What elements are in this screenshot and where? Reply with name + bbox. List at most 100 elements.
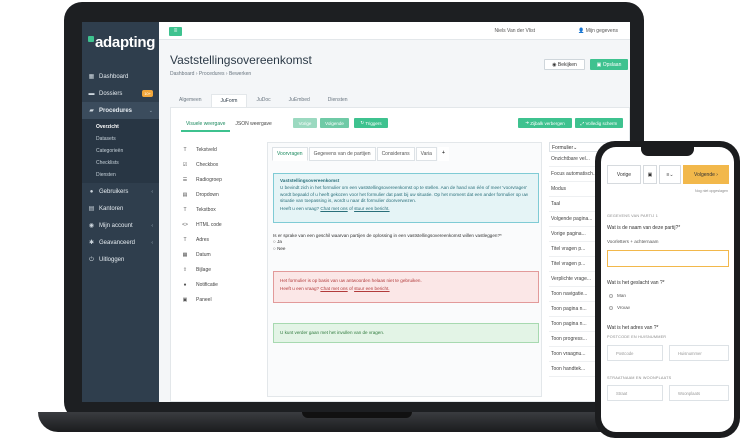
subnav-item-diensten[interactable]: Diensten (82, 169, 159, 181)
text-box-icon: T (183, 206, 187, 213)
subnav-item-datasets[interactable]: Datasets (82, 133, 159, 145)
toolbox-item-adres[interactable]: T Adres (181, 232, 261, 247)
option-no[interactable]: ○ Nee (273, 246, 539, 252)
logo-mark-icon (88, 36, 94, 42)
page-tab-gegevens[interactable]: Gegevens van de partijen (308, 147, 376, 161)
toolbox-item-html-code[interactable]: <> HTML code (181, 217, 261, 232)
triggers-button[interactable]: ↻ Triggers (354, 118, 388, 128)
hide-sidebar-button[interactable]: ➜ Zijbalk verbergen (518, 118, 572, 128)
phone-notch (641, 147, 694, 156)
section-postcode: POSTCODE EN HUISNUMMER (607, 335, 667, 339)
toolbox-item-bijlage[interactable]: ⇧ Bijlage (181, 262, 261, 277)
prev-page-button[interactable]: Vorige (293, 118, 317, 128)
user-icon: 👤 (578, 28, 586, 34)
tab-juembed[interactable]: JuEmbed (280, 94, 319, 107)
laptop-screen: adapting ▦ Dashboard ▬ Dossiers 10+ ▰ Proced… (82, 22, 630, 402)
laptop-notch (302, 412, 412, 418)
toolbox-item-datum[interactable]: ▦ Datum (181, 247, 261, 262)
straat-input[interactable]: Straat (607, 385, 663, 401)
chat-link[interactable]: Chat met ons (320, 206, 347, 211)
fullscreen-button[interactable]: ⤢ Volledig scherm (575, 118, 623, 128)
phone-prev-button[interactable]: Vorige (607, 165, 641, 184)
sidebar-item-uitloggen[interactable]: ⏻ Uitloggen (82, 251, 159, 268)
tab-algemeen[interactable]: Algemeen (170, 94, 211, 107)
app-logo[interactable]: adapting (88, 34, 155, 51)
breadcrumb-bewerken: Bewerken (228, 71, 252, 77)
tab-json-view[interactable]: JSON weergave (230, 118, 276, 132)
chevron-down-icon: ⌄ (148, 107, 153, 114)
page-tab-considerans[interactable]: Considerans (376, 147, 415, 161)
toolbox-item-radiogroep[interactable]: ☰ Radiogroep (181, 172, 261, 187)
phone-save-button[interactable]: ▣ (643, 165, 657, 184)
info-notice[interactable]: Vaststellingsovereenkomst U bevindt zich… (273, 173, 539, 223)
name-input[interactable] (607, 250, 729, 267)
toolbox-item-tekstbox[interactable]: T Tekstbox (181, 202, 261, 217)
breadcrumb-dashboard[interactable]: Dashboard (170, 71, 194, 77)
add-page-icon[interactable]: + (437, 147, 449, 161)
toolbox-item-paneel[interactable]: ▣ Paneel (181, 292, 261, 307)
page-tab-voorvragen[interactable]: Voorvragen (272, 147, 308, 161)
breadcrumb-procedures[interactable]: Procedures (199, 71, 225, 77)
top-user-name[interactable]: Niels Van der Vlist (495, 28, 535, 34)
account-icon: ◉ (88, 222, 95, 229)
option-man[interactable]: Man (609, 293, 626, 298)
page-tabs: Voorvragen Gegevens van de partijen Cons… (272, 147, 450, 161)
option-vrouw[interactable]: Vrouw (609, 305, 630, 310)
building-icon: ▤ (88, 205, 95, 212)
sidebar-item-mijn-account[interactable]: ◉ Mijn account ‹ (82, 217, 159, 234)
radio-icon (609, 305, 613, 310)
dashboard-icon: ▦ (88, 73, 95, 80)
gear-icon: ✱ (88, 239, 95, 246)
radio-icon (609, 293, 613, 298)
next-page-button[interactable]: Volgende (320, 118, 349, 128)
toolbox-item-dropdown[interactable]: ▤ Dropdown (181, 187, 261, 202)
panel-icon: ▣ (182, 296, 188, 303)
section-street: STRAATNAAM EN WOONPLAATS (607, 376, 672, 380)
message-link[interactable]: stuur een bericht. (354, 206, 390, 211)
phone-menu-button[interactable]: ≡⌄ (659, 165, 681, 184)
toolbox-item-checkbox[interactable]: ☑ Checkbox (181, 157, 261, 172)
tab-diensten[interactable]: Diensten (319, 94, 357, 107)
phone-toolbar: Vorige ▣ ≡⌄ Volgende › (607, 165, 734, 184)
sidebar-item-dashboard[interactable]: ▦ Dashboard (82, 68, 159, 85)
chat-link[interactable]: Chat met ons (320, 286, 347, 291)
tab-visual-view[interactable]: Visuele weergave (181, 118, 231, 132)
huisnummer-input[interactable]: Huisnummer (669, 345, 729, 361)
subnav-item-categorieen[interactable]: Categorieën (82, 145, 159, 157)
folder-icon: ▰ (89, 107, 94, 114)
sidebar-item-dossiers[interactable]: ▬ Dossiers 10+ (82, 85, 159, 102)
tab-juform[interactable]: JuForm (210, 94, 248, 107)
tab-judoc[interactable]: JuDoc (247, 94, 279, 107)
sidebar-item-kantoren[interactable]: ▤ Kantoren (82, 200, 159, 217)
sidebar-item-geavanceerd[interactable]: ✱ Geavanceerd ‹ (82, 234, 159, 251)
menu-toggle-button[interactable]: ≡ (169, 27, 182, 36)
top-account-link[interactable]: 👤 Mijn gegevens (578, 28, 618, 34)
question-block[interactable]: Is er sprake van een geschil waarvan par… (273, 233, 539, 252)
phone-next-button[interactable]: Volgende › (683, 165, 729, 184)
menu-dropdown-icon: ≡⌄ (666, 171, 674, 178)
message-link[interactable]: stuur een bericht. (354, 286, 390, 291)
question-gender: Wat is het geslacht van ?* (607, 280, 665, 286)
users-icon: ● (89, 188, 94, 195)
woonplaats-input[interactable]: Woonplaats (669, 385, 729, 401)
page-tab-varia[interactable]: Varia (415, 147, 437, 161)
postcode-input[interactable]: Postcode (607, 345, 663, 361)
save-button[interactable]: ▣ Opslaan (590, 59, 628, 70)
logout-icon: ⏻ (89, 256, 94, 263)
toolbox-item-notificatie[interactable]: ● Notificatie (181, 277, 261, 292)
toolbox-item-tekstveld[interactable]: T Tekstveld (181, 142, 261, 157)
question-name: Wat is de naam van deze partij?* (607, 225, 681, 231)
success-notice[interactable]: U kunt verder gaan met het invullen van … (273, 323, 539, 343)
error-text: Het formulier is op basis van uw antwoor… (280, 278, 422, 283)
sidebar-item-gebruikers[interactable]: ● Gebruikers ‹ (82, 183, 159, 200)
calendar-icon: ▦ (182, 251, 188, 258)
subnav-item-checklists[interactable]: Checklists (82, 157, 159, 169)
address-icon: T (183, 236, 187, 243)
error-notice[interactable]: Het formulier is op basis van uw antwoor… (273, 271, 539, 303)
info-text: U bevindt zich in het formulier om een v… (280, 185, 528, 204)
subnav-item-overzicht[interactable]: Overzicht (82, 121, 159, 133)
view-button[interactable]: ◉ Bekijken (544, 59, 585, 70)
sidebar-item-procedures[interactable]: ▰ Procedures ⌄ (82, 102, 159, 119)
phone-screen: Vorige ▣ ≡⌄ Volgende › Nog niet opgeslag… (601, 147, 734, 432)
view-tabs: Visuele weergave JSON weergave (181, 118, 277, 132)
